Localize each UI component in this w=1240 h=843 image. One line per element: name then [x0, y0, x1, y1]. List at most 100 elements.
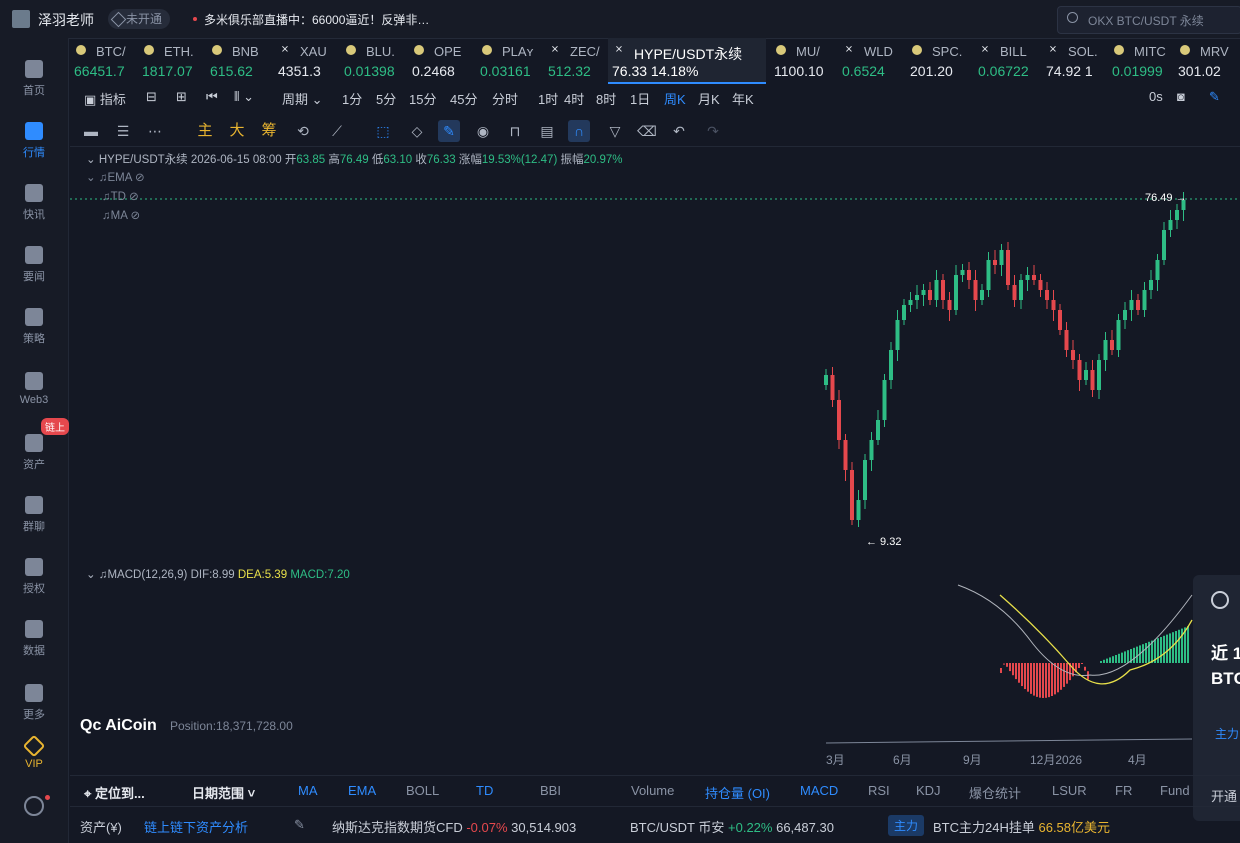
- candle-body: [850, 470, 854, 520]
- candle-body: [1103, 340, 1108, 360]
- index-name: 纳斯达克指数期货CFD: [332, 820, 463, 835]
- pair-name: BTC/USDT 币安: [630, 820, 725, 835]
- eye-hidden-icon[interactable]: ⊘: [130, 210, 140, 222]
- macd-readout: ⌄ ♫MACD(12,26,9) DIF:8.99 DEA:5.39 MACD:…: [86, 567, 350, 581]
- sub-indicator-tab[interactable]: KDJ: [916, 783, 941, 798]
- macd-bar: [1066, 663, 1068, 684]
- macd-bar: [1081, 663, 1083, 664]
- date-range-button[interactable]: 日期范围 ˅: [192, 783, 255, 802]
- candle-body: [1045, 290, 1049, 300]
- main-indicator-tab[interactable]: BOLL: [406, 783, 439, 798]
- candle-body: [1110, 340, 1114, 350]
- sub-indicator-tab[interactable]: Volume: [631, 783, 674, 798]
- ohlc-symbol: HYPE/USDT永续: [98, 154, 188, 166]
- macd-bar: [1009, 663, 1011, 672]
- macd-bar: [1178, 629, 1180, 663]
- macd-bar: [1187, 626, 1189, 663]
- macd-bar: [1103, 659, 1105, 663]
- candle-body: [863, 460, 867, 500]
- macd-bar: [1109, 657, 1111, 663]
- locate-button[interactable]: ⌖ 定位到...: [84, 783, 145, 802]
- eye-hidden-icon[interactable]: ⊘: [135, 172, 145, 184]
- macd-bar: [1006, 663, 1008, 667]
- ohlc-collapse-icon[interactable]: ⌄: [86, 154, 99, 166]
- indicator-ema[interactable]: ⌄ ♫EMA ⊘: [86, 170, 145, 184]
- candle-body: [1051, 300, 1056, 310]
- candle-body: [915, 295, 919, 300]
- macd-bar: [1063, 663, 1065, 687]
- main-indicator-tab[interactable]: EMA: [348, 783, 376, 798]
- ohlc-low: 63.10: [383, 154, 413, 166]
- candle-body: [1032, 275, 1036, 280]
- eye-hidden-icon[interactable]: ⊘: [129, 191, 139, 203]
- ohlc-readout: ⌄ HYPE/USDT永续 2026-06-15 08:00 开63.85 高7…: [86, 151, 623, 167]
- indicator-ma[interactable]: ♫MA ⊘: [102, 208, 140, 222]
- macd-bar: [1030, 663, 1032, 694]
- macd-collapse-icon[interactable]: ⌄ ♫: [86, 569, 107, 581]
- candle-body: [986, 260, 991, 290]
- macd-bar: [1160, 637, 1162, 663]
- candle-body: [902, 305, 906, 320]
- pen-icon[interactable]: ✎: [294, 817, 305, 833]
- popup-line3: 主力: [1215, 727, 1240, 741]
- candle-body: [843, 440, 848, 470]
- sub-indicator-tab[interactable]: RSI: [868, 783, 890, 798]
- candle-body: [1012, 285, 1017, 300]
- macd-bar: [1121, 652, 1123, 663]
- sub-indicator-tab[interactable]: MACD: [800, 783, 838, 798]
- ohlc-amp-label: 振幅: [560, 154, 584, 166]
- candle-body: [993, 260, 997, 265]
- main-indicator-tab[interactable]: MA: [298, 783, 318, 798]
- candle-body: [882, 380, 887, 420]
- macd-bar: [1127, 650, 1129, 663]
- sub-indicator-tab[interactable]: Fund: [1160, 783, 1190, 798]
- main-indicator-tab[interactable]: BBI: [540, 783, 561, 798]
- macd-bar: [1133, 647, 1135, 663]
- macd-bar: [1166, 634, 1168, 663]
- indicator-td[interactable]: ♫TD ⊘: [102, 189, 139, 203]
- candle-body: [1142, 290, 1147, 310]
- ohlc-low-label: 低: [371, 154, 384, 166]
- candle-body: [837, 400, 841, 440]
- main-indicator-tab[interactable]: TD: [476, 783, 493, 798]
- indicator-ma-label: MA: [110, 210, 128, 222]
- asset-analysis-link[interactable]: 链上链下资产分析: [144, 817, 248, 836]
- ohlc-close: 76.33: [426, 154, 456, 166]
- candle-body: [856, 500, 861, 520]
- locate-label: 定位到...: [94, 786, 145, 801]
- sub-indicator-tab[interactable]: 爆仓统计: [969, 783, 1021, 802]
- candle-body: [895, 320, 900, 350]
- index-value: 30,514.903: [511, 820, 577, 835]
- macd-bar: [1142, 644, 1144, 663]
- candle-body: [973, 280, 978, 300]
- sub-indicator-tab[interactable]: 持仓量 (OI): [705, 783, 770, 802]
- pair-change: +0.22%: [728, 820, 773, 835]
- macd-bar: [1163, 635, 1165, 663]
- index-ticker[interactable]: 纳斯达克指数期货CFD -0.07% 30,514.903: [332, 817, 576, 836]
- candle-body: [1064, 330, 1069, 350]
- macd-bar: [1015, 663, 1017, 680]
- candle-body: [1077, 360, 1082, 380]
- candle-body: [1155, 260, 1160, 280]
- macd-bar: [1084, 666, 1086, 671]
- macd-bar: [1021, 663, 1023, 687]
- candle-body: [934, 280, 939, 300]
- macd-bar: [1051, 663, 1053, 696]
- candle-body: [824, 375, 828, 385]
- candle-body: [1136, 300, 1140, 310]
- pair-value: 66,487.30: [776, 820, 834, 835]
- macd-bar: [1039, 663, 1041, 698]
- candle-body: [1116, 320, 1121, 350]
- candle-body: [1071, 350, 1075, 360]
- asset-label: 资产(¥): [80, 820, 122, 835]
- sub-indicator-tab[interactable]: FR: [1115, 783, 1132, 798]
- x-axis-tick-label: 12月2026: [1030, 753, 1082, 767]
- mainforce-ticker[interactable]: BTC主力24H挂单 66.58亿美元: [933, 817, 1110, 836]
- sub-indicator-tab[interactable]: LSUR: [1052, 783, 1087, 798]
- low-marker-label: ← 9.32: [866, 536, 901, 548]
- macd-dif-line: [957, 584, 1193, 677]
- candle-body: [980, 290, 984, 300]
- price-chart[interactable]: 76.49 → ← 9.32 3月 6月 9月 12月2026 4月: [0, 0, 1240, 843]
- pair-ticker[interactable]: BTC/USDT 币安 +0.22% 66,487.30: [630, 817, 834, 836]
- macd-bar: [1018, 663, 1020, 683]
